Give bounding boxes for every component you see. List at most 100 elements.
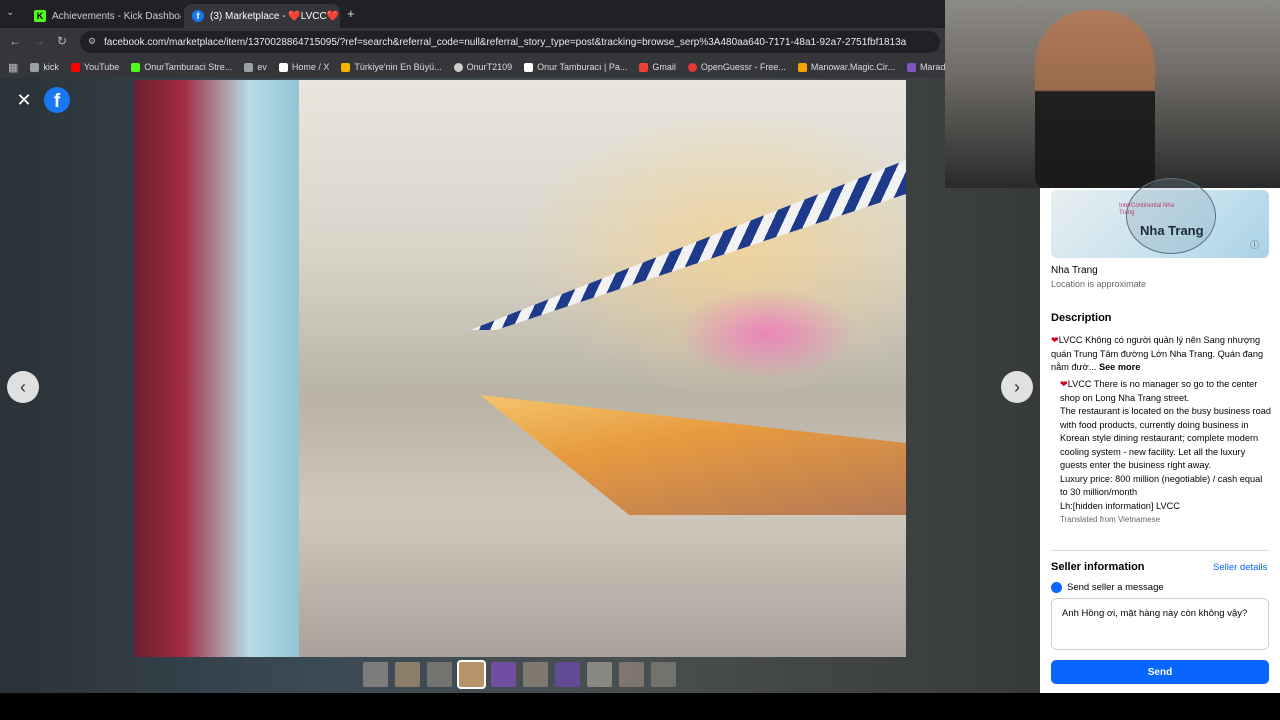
- thumbnail[interactable]: [619, 662, 644, 687]
- folder-icon: [244, 62, 254, 72]
- gmail-icon: [639, 62, 649, 72]
- site-icon: [797, 62, 807, 72]
- map-info-icon[interactable]: ⓘ: [1250, 238, 1259, 251]
- heart-icon: ❤: [1060, 379, 1068, 389]
- bookmark-label: Gmail: [652, 62, 676, 72]
- forward-icon[interactable]: →: [33, 34, 45, 48]
- bookmark-item[interactable]: OnurT2109: [453, 62, 513, 72]
- translation-text: LVCC There is no manager so go to the ce…: [1060, 379, 1258, 403]
- thumbnail[interactable]: [587, 662, 612, 687]
- bookmark-item[interactable]: Home / X: [278, 62, 330, 72]
- facebook-logo-icon[interactable]: f: [44, 87, 70, 113]
- bookmark-item[interactable]: Onur Tamburacı | Pa...: [524, 62, 627, 72]
- heart-icon: ❤: [1051, 335, 1059, 345]
- location-name: Nha Trang: [1051, 265, 1098, 276]
- bookmark-label: Onur Tamburacı | Pa...: [537, 62, 628, 72]
- folder-icon: [30, 62, 40, 72]
- tab-search-icon[interactable]: ⌄: [6, 7, 14, 18]
- translation-line: Luxury price: 800 million (negotiable) /…: [1060, 473, 1263, 498]
- new-tab-icon[interactable]: +: [347, 6, 355, 21]
- bookmark-item[interactable]: ev: [244, 62, 267, 72]
- translation-line: ❤LVCC There is no manager so go to the c…: [1060, 378, 1272, 405]
- location-note: Location is approximate: [1051, 279, 1147, 289]
- translation-line: Lh:[hidden information] LVCC: [1060, 500, 1180, 511]
- bookmark-label: YouTube: [83, 62, 120, 72]
- message-label: Send seller a message: [1067, 582, 1164, 593]
- next-photo-button[interactable]: ›: [1001, 371, 1033, 403]
- bookmark-label: kick: [43, 62, 59, 72]
- chevron-left-icon: ‹: [20, 376, 26, 397]
- thumbnail[interactable]: [491, 662, 516, 687]
- tab-kick-dashboard[interactable]: K Achievements - Kick Dashboard ✕: [26, 4, 181, 28]
- github-icon: [453, 62, 463, 72]
- send-button[interactable]: Send: [1051, 660, 1269, 684]
- bookmark-label: Türkiye'nin En Büyü...: [354, 62, 442, 72]
- photo-detail: [134, 80, 299, 657]
- seller-details-link[interactable]: Seller details: [1213, 562, 1267, 573]
- thumbnail[interactable]: [363, 662, 388, 687]
- facebook-icon: f: [192, 10, 204, 22]
- bookmark-label: Home / X: [291, 62, 330, 72]
- url-input[interactable]: ⚙ facebook.com/marketplace/item/13700288…: [80, 31, 940, 53]
- site-icon: [524, 62, 534, 72]
- description-original: ❤LVCC Không có người quản lý nên Sang nh…: [1051, 334, 1273, 375]
- reload-icon[interactable]: ↻: [57, 34, 67, 48]
- site-icon: [341, 62, 351, 72]
- bookmark-item[interactable]: YouTube: [70, 62, 120, 72]
- site-info-icon[interactable]: ⚙: [88, 36, 96, 47]
- kick-icon: [131, 62, 141, 72]
- bookmark-item[interactable]: Gmail: [639, 62, 676, 72]
- previous-photo-button[interactable]: ‹: [7, 371, 39, 403]
- map-city-label: Nha Trang: [1140, 223, 1204, 238]
- messenger-icon: [1051, 582, 1062, 593]
- bookmark-label: OpenGuessr - Free...: [700, 62, 786, 72]
- bookmark-label: OnurT2109: [466, 62, 513, 72]
- bookmark-item[interactable]: kick: [30, 62, 59, 72]
- translated-note: Translated from Vietnamese: [1060, 515, 1161, 524]
- description-translation: ❤LVCC There is no manager so go to the c…: [1060, 378, 1272, 527]
- bottom-bar: [0, 693, 1280, 720]
- youtube-icon: [70, 62, 80, 72]
- thumbnail[interactable]: [457, 660, 486, 689]
- bookmark-item[interactable]: OpenGuessr - Free...: [687, 62, 786, 72]
- bookmark-label: ev: [257, 62, 267, 72]
- bookmark-item[interactable]: Türkiye'nin En Büyü...: [341, 62, 442, 72]
- description-text: LVCC Không có người quản lý nên Sang như…: [1051, 335, 1264, 372]
- translation-line: The restaurant is located on the busy bu…: [1060, 406, 1271, 470]
- kick-icon: K: [34, 10, 46, 22]
- close-viewer-button[interactable]: ✕: [12, 88, 36, 112]
- bookmark-item[interactable]: Manowar.Magic.Cir...: [797, 62, 895, 72]
- webcam-person: [1035, 10, 1155, 188]
- thumbnail-strip: [363, 660, 676, 689]
- map-poi-label: InterContinental Nha Trang: [1119, 203, 1175, 216]
- url-text: facebook.com/marketplace/item/1370028864…: [104, 36, 907, 48]
- thumbnail[interactable]: [555, 662, 580, 687]
- tab-title: (3) Marketplace - ❤️LVCC❤️ Kh: [210, 10, 340, 22]
- see-more-link[interactable]: See more: [1099, 362, 1140, 372]
- divider: [1051, 550, 1269, 551]
- thumbnail[interactable]: [427, 662, 452, 687]
- description-heading: Description: [1051, 312, 1112, 324]
- tab-bar: ⌄ K Achievements - Kick Dashboard ✕ f (3…: [0, 0, 945, 28]
- x-icon: [278, 62, 288, 72]
- thumbnail[interactable]: [395, 662, 420, 687]
- webcam-overlay: [945, 0, 1280, 188]
- location-map[interactable]: InterContinental Nha Trang Nha Trang ⓘ: [1051, 178, 1269, 258]
- bookmark-label: Maradona: Blessed...: [919, 62, 945, 72]
- site-icon: [906, 62, 916, 72]
- thumbnail[interactable]: [523, 662, 548, 687]
- back-icon[interactable]: ←: [9, 34, 21, 48]
- apps-icon[interactable]: ▦: [8, 61, 18, 74]
- thumbnail[interactable]: [651, 662, 676, 687]
- seller-heading: Seller information: [1051, 561, 1145, 573]
- message-input[interactable]: Anh Hồng ơi, mặt hàng này còn không vậy?: [1051, 598, 1269, 650]
- tab-marketplace[interactable]: f (3) Marketplace - ❤️LVCC❤️ Kh ✕: [184, 4, 340, 28]
- bookmarks-bar: ▦ kick YouTube OnurTamburaci Stre... ev …: [0, 56, 945, 78]
- bookmark-item[interactable]: Maradona: Blessed...: [906, 62, 945, 72]
- tab-title: Achievements - Kick Dashboard: [52, 10, 181, 22]
- chevron-right-icon: ›: [1014, 376, 1020, 397]
- bookmark-item[interactable]: OnurTamburaci Stre...: [131, 62, 232, 72]
- pin-icon: [687, 62, 697, 72]
- bookmark-label: Manowar.Magic.Cir...: [810, 62, 895, 72]
- bookmark-label: OnurTamburaci Stre...: [144, 62, 233, 72]
